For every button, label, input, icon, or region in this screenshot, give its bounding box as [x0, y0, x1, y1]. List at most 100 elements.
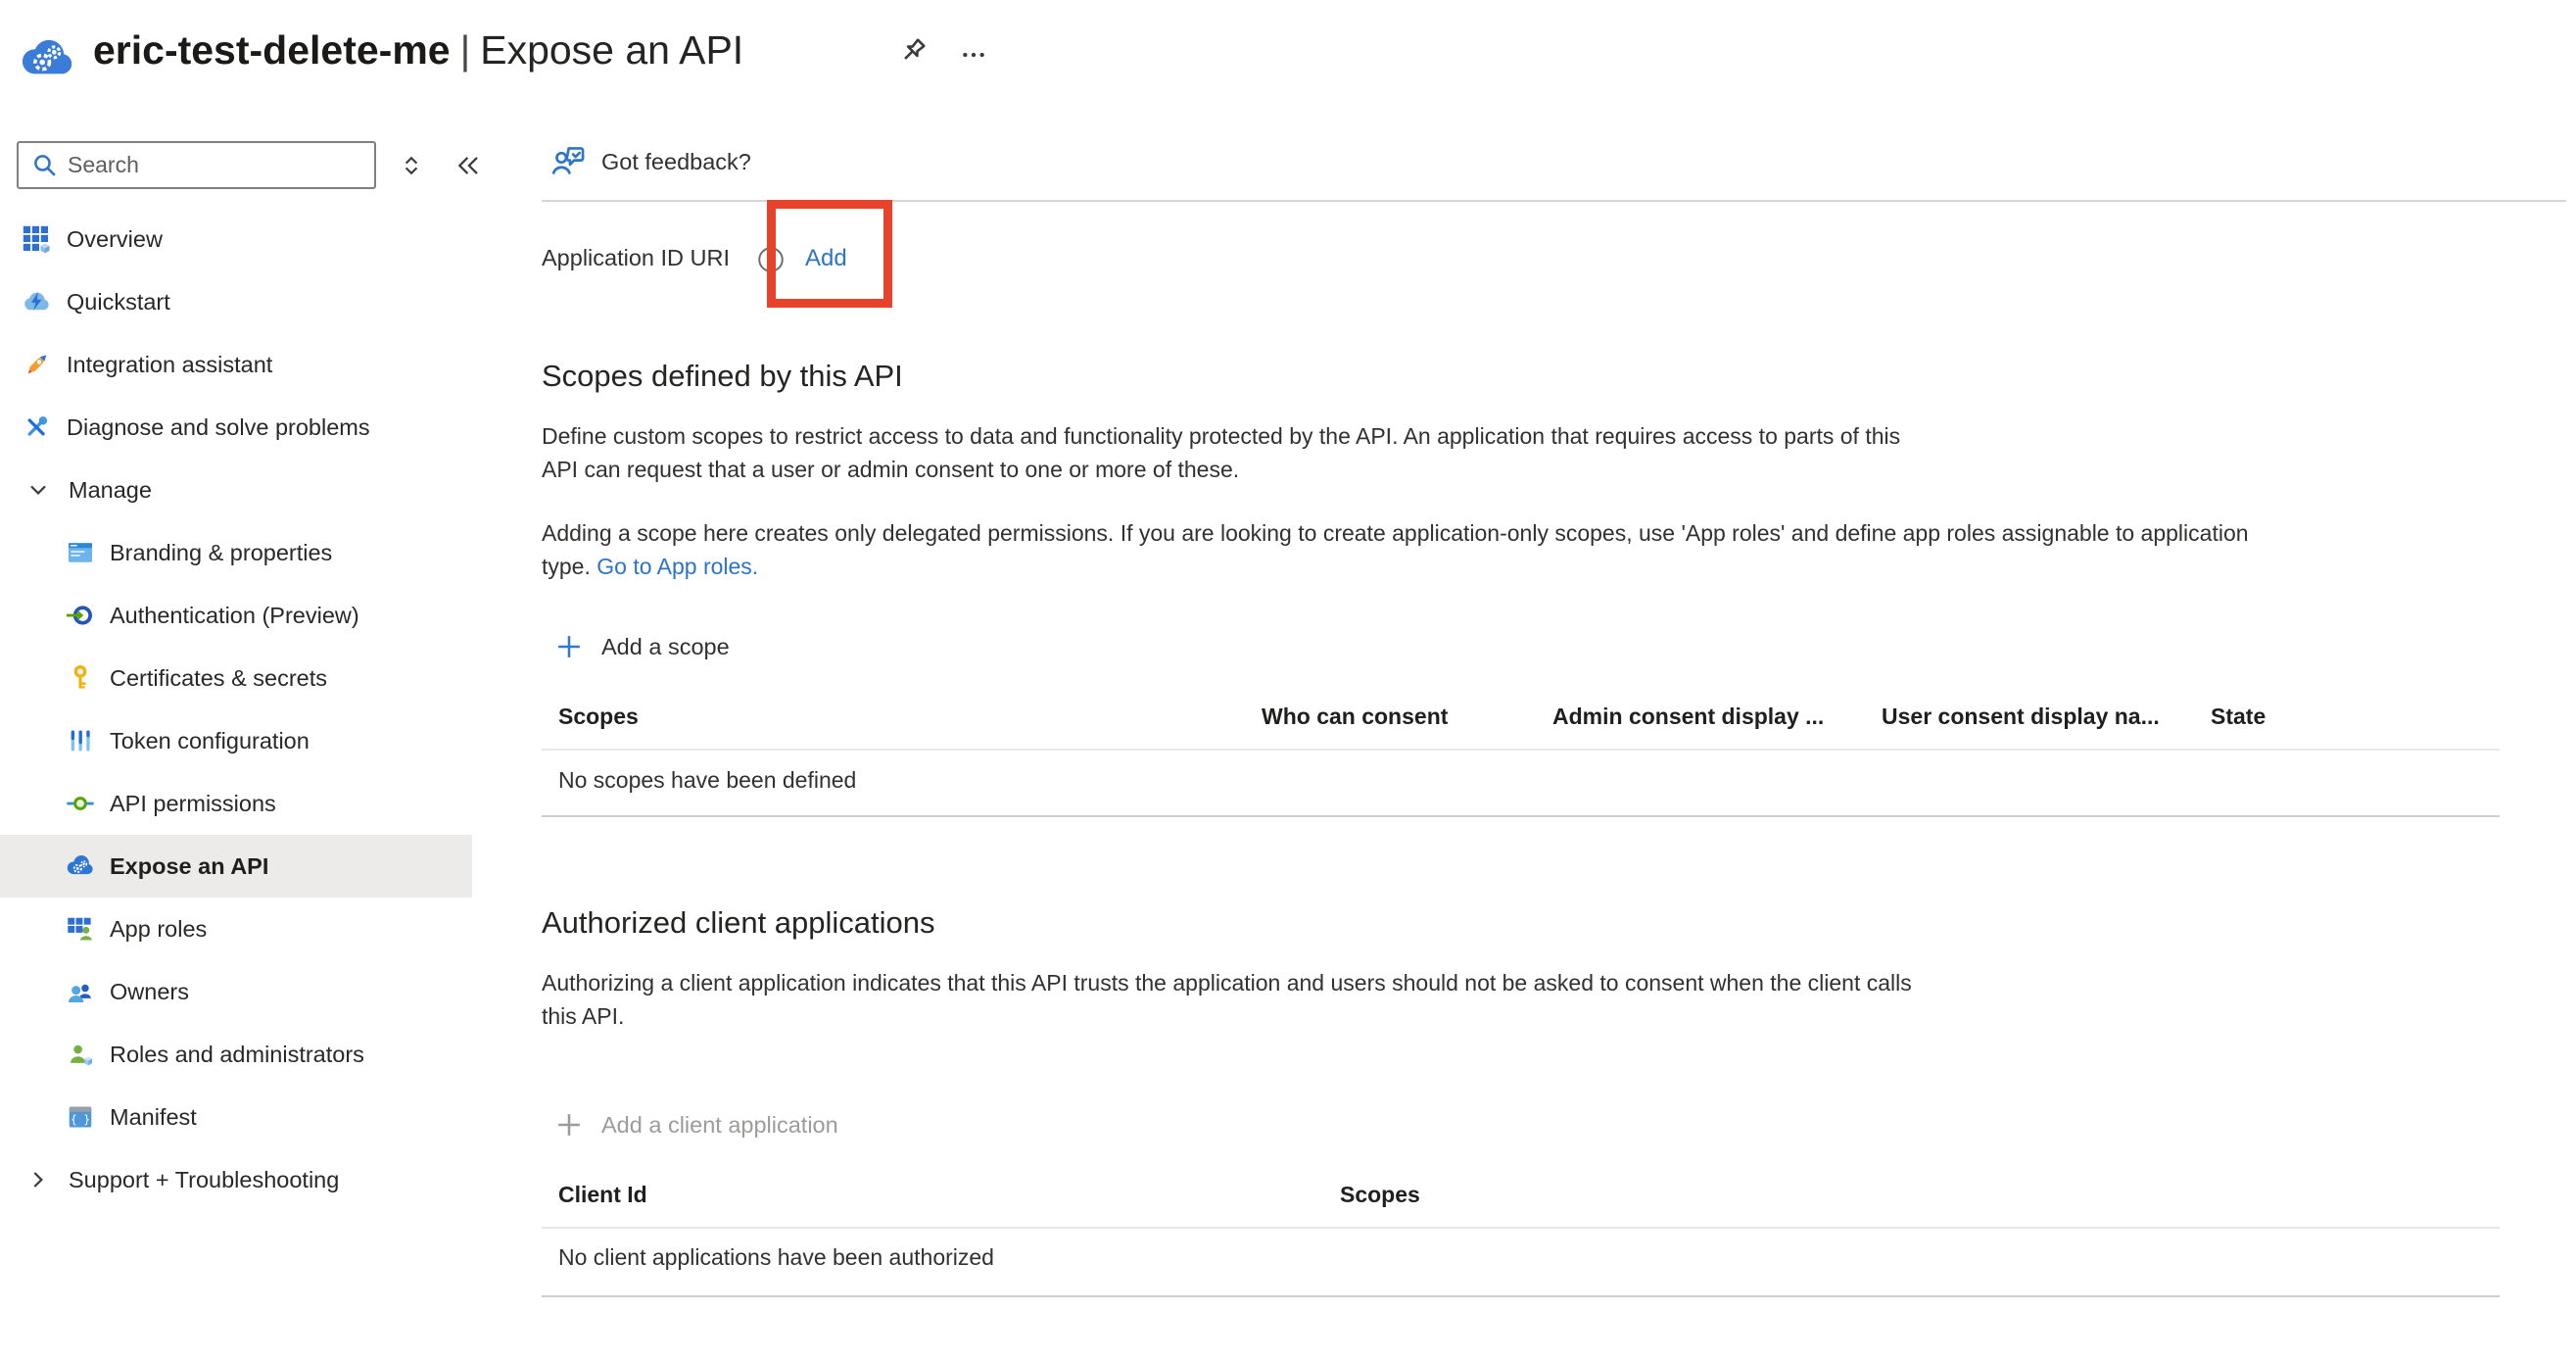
grid-person-icon	[66, 914, 95, 944]
column-header-client-id: Client Id	[558, 1182, 647, 1208]
sidebar-item-app-roles[interactable]: App roles	[0, 898, 472, 960]
sidebar-item-certificates-secrets[interactable]: Certificates & secrets	[0, 647, 472, 709]
sidebar-item-roles-administrators[interactable]: Roles and administrators	[0, 1023, 472, 1086]
expand-collapse-groups-icon[interactable]	[397, 151, 426, 180]
quickstart-cloud-bolt-icon	[22, 287, 51, 316]
sidebar-item-integration-assistant[interactable]: Integration assistant	[0, 333, 472, 396]
note-line: type. Go to App roles.	[542, 550, 2249, 583]
note-line-prefix: type.	[542, 554, 596, 579]
sidebar-item-label: App roles	[110, 916, 207, 943]
sidebar-group-manage[interactable]: Manage	[0, 459, 472, 521]
sidebar-group-support-troubleshooting[interactable]: Support + Troubleshooting	[0, 1148, 472, 1211]
svg-text:{ }: { }	[71, 1113, 90, 1126]
got-feedback-icon	[550, 142, 588, 179]
column-header-admin-consent-display: Admin consent display ...	[1552, 704, 1824, 730]
sidebar-group-label: Manage	[69, 477, 152, 504]
sidebar-item-label: Branding & properties	[110, 540, 332, 566]
clients-empty-message: No client applications have been authori…	[558, 1244, 994, 1271]
sidebar-item-owners[interactable]: Owners	[0, 960, 472, 1023]
sidebar-menu: Overview Quickstart	[0, 208, 504, 1211]
sidebar-item-quickstart[interactable]: Quickstart	[0, 270, 472, 333]
add-application-id-uri-link[interactable]: Add	[805, 245, 847, 272]
page-title: eric-test-delete-me|Expose an API	[93, 27, 743, 73]
expose-api-cloud-gears-icon	[66, 851, 95, 881]
table-bottom-divider	[542, 1295, 2500, 1297]
sidebar-search-box[interactable]	[17, 141, 376, 189]
table-header-divider	[542, 1227, 2500, 1229]
authentication-arrow-icon	[66, 601, 95, 630]
sidebar-item-label: Integration assistant	[67, 352, 272, 378]
description-line: Define custom scopes to restrict access …	[542, 419, 1900, 453]
overview-grid-icon	[22, 224, 51, 254]
sidebar-item-label: Roles and administrators	[110, 1042, 364, 1068]
description-line: API can request that a user or admin con…	[542, 453, 1900, 486]
key-icon	[66, 663, 95, 693]
sidebar-item-label: Authentication (Preview)	[110, 603, 359, 629]
sidebar-item-expose-an-api[interactable]: Expose an API	[0, 835, 472, 898]
plus-icon	[553, 631, 585, 662]
rocket-icon	[22, 350, 51, 379]
collapse-sidebar-icon[interactable]	[453, 151, 483, 180]
sidebar-group-label: Support + Troubleshooting	[69, 1167, 339, 1193]
plus-icon	[553, 1109, 585, 1141]
column-header-who-can-consent: Who can consent	[1262, 704, 1448, 730]
search-input[interactable]	[68, 143, 374, 187]
scopes-table: Scopes Who can consent Admin consent dis…	[542, 696, 2500, 823]
sidebar-item-overview[interactable]: Overview	[0, 208, 472, 270]
title-separator: |	[451, 27, 481, 73]
sidebar-item-label: Quickstart	[67, 289, 170, 316]
sidebar-item-label: Expose an API	[110, 853, 268, 880]
description-line: this API.	[542, 999, 1912, 1033]
app-name: eric-test-delete-me	[93, 27, 451, 73]
sidebar-item-manifest[interactable]: { } Manifest	[0, 1086, 472, 1148]
description-line: Authorizing a client application indicat…	[542, 966, 1912, 999]
sidebar-item-token-configuration[interactable]: Token configuration	[0, 709, 472, 772]
api-permissions-plug-icon	[66, 789, 95, 818]
sidebar-item-label: Overview	[67, 226, 163, 253]
sidebar-item-authentication[interactable]: Authentication (Preview)	[0, 584, 472, 647]
authorized-clients-description: Authorizing a client application indicat…	[542, 966, 1912, 1033]
authorized-clients-table: Client Id Scopes No client applications …	[542, 1172, 2500, 1304]
browser-window-icon	[66, 538, 95, 567]
sidebar-item-diagnose-solve[interactable]: Diagnose and solve problems	[0, 396, 472, 459]
add-a-client-application-button[interactable]: Add a client application	[553, 1109, 838, 1141]
search-icon	[30, 151, 60, 180]
add-a-scope-label: Add a scope	[601, 634, 730, 660]
code-window-icon: { }	[66, 1102, 95, 1132]
scopes-empty-message: No scopes have been defined	[558, 767, 856, 794]
sliders-icon	[66, 726, 95, 755]
person-cube-icon	[66, 1040, 95, 1069]
table-bottom-divider	[542, 815, 2500, 817]
scopes-section-title: Scopes defined by this API	[542, 359, 903, 394]
blade-name: Expose an API	[480, 27, 743, 73]
sidebar-item-label: Diagnose and solve problems	[67, 414, 370, 441]
sidebar-item-branding-properties[interactable]: Branding & properties	[0, 521, 472, 584]
crossed-tools-icon	[22, 413, 51, 442]
go-to-app-roles-link[interactable]: Go to App roles.	[596, 554, 758, 579]
expose-an-api-blade: eric-test-delete-me|Expose an API	[0, 0, 2576, 1360]
column-header-scopes: Scopes	[1340, 1182, 1420, 1208]
column-header-scopes: Scopes	[558, 704, 639, 730]
scopes-section-note: Adding a scope here creates only delegat…	[542, 516, 2249, 583]
add-a-client-application-label: Add a client application	[601, 1112, 838, 1139]
scopes-section-description: Define custom scopes to restrict access …	[542, 419, 1900, 486]
column-header-state: State	[2211, 704, 2266, 730]
add-a-scope-button[interactable]: Add a scope	[553, 631, 730, 662]
two-people-icon	[66, 977, 95, 1006]
sidebar-item-api-permissions[interactable]: API permissions	[0, 772, 472, 835]
sidebar-item-label: API permissions	[110, 791, 276, 817]
application-id-uri-label: Application ID URI	[542, 245, 730, 271]
note-line: Adding a scope here creates only delegat…	[542, 516, 2249, 550]
more-options-ellipsis-icon[interactable]	[958, 39, 989, 71]
sidebar-item-label: Owners	[110, 979, 189, 1005]
sidebar-item-label: Certificates & secrets	[110, 665, 327, 692]
chevron-down-icon	[25, 477, 51, 503]
sidebar-item-label: Token configuration	[110, 728, 310, 754]
chevron-right-icon	[25, 1167, 51, 1192]
app-registration-cloud-gears-icon	[20, 29, 76, 80]
column-header-user-consent-display: User consent display na...	[1882, 704, 2160, 730]
table-header-divider	[542, 749, 2500, 751]
got-feedback-button[interactable]: Got feedback?	[601, 149, 751, 175]
authorized-clients-section-title: Authorized client applications	[542, 905, 935, 941]
pin-icon[interactable]	[896, 34, 930, 68]
